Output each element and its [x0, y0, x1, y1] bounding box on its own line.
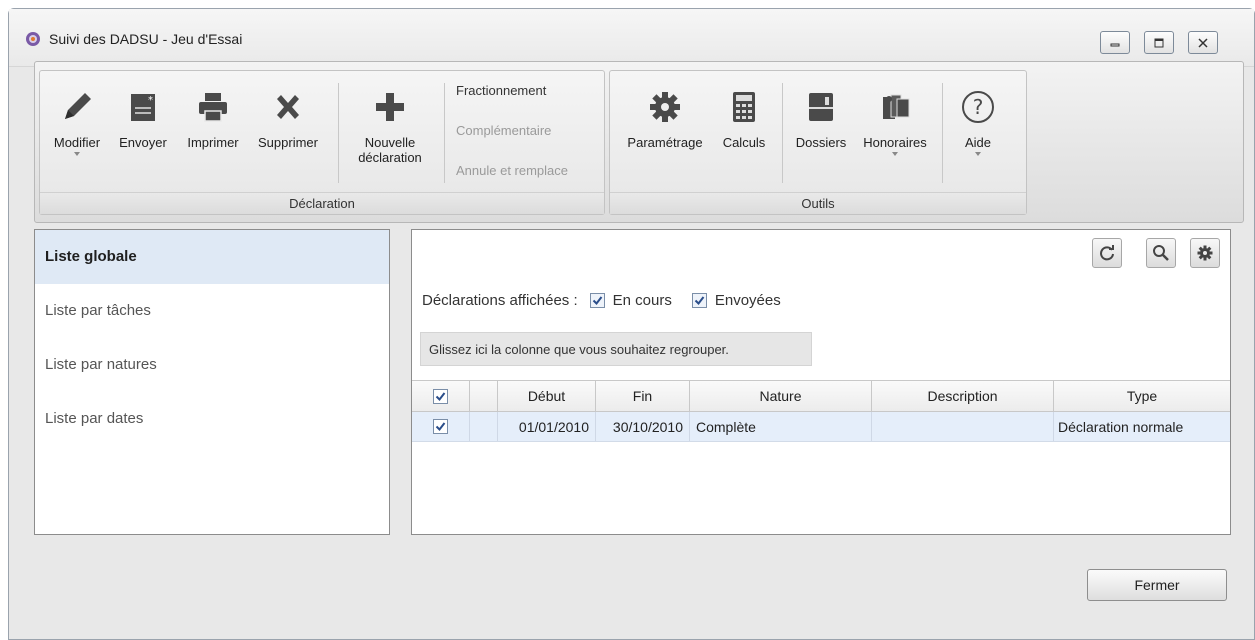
declarations-panel: Déclarations affichées : En cours Envoyé… — [411, 229, 1231, 535]
cell-type: Déclaration normale — [1058, 418, 1184, 435]
ribbon-separator — [444, 83, 445, 183]
row-select-cell[interactable] — [412, 412, 470, 441]
grid-header: Début Fin Nature Description Type — [412, 380, 1230, 412]
en-cours-label: En cours — [612, 292, 672, 309]
printer-icon — [199, 93, 227, 122]
envoyees-label: Envoyées — [714, 292, 781, 309]
maximize-icon — [1154, 38, 1164, 47]
folder-binder-icon — [809, 93, 833, 121]
ribbon-separator — [338, 83, 339, 183]
calculs-button[interactable]: Calculs — [716, 89, 772, 150]
row-indicator-cell — [470, 412, 498, 441]
left-item-liste-par-dates[interactable]: Liste par dates — [35, 392, 389, 446]
close-window-button[interactable] — [1188, 31, 1218, 54]
declaration-group-label: Déclaration — [40, 192, 604, 214]
annule-remplace-button[interactable]: Annule et remplace — [456, 163, 568, 178]
banknotes-icon — [883, 94, 910, 119]
ribbon-separator — [942, 83, 943, 183]
cell-description — [872, 412, 1054, 441]
outils-group: Paramétrage Calculs Dossiers Honoraires … — [609, 70, 1027, 215]
cell-fin: 30/10/2010 — [596, 412, 690, 441]
list-mode-panel: Liste globale Liste par tâches Liste par… — [34, 229, 390, 535]
maximize-button[interactable] — [1144, 31, 1174, 54]
en-cours-checkbox[interactable] — [589, 293, 605, 308]
envoyer-button[interactable]: * Envoyer — [112, 89, 174, 150]
title-bar: Suivi des DADSU - Jeu d'Essai — [9, 9, 1254, 67]
honoraires-button[interactable]: Honoraires — [856, 89, 934, 156]
ribbon-separator — [782, 83, 783, 183]
cell-debut: 01/01/2010 — [498, 412, 596, 441]
filter-row: Déclarations affichées : En cours Envoyé… — [422, 292, 781, 309]
grid-indicator-column — [470, 381, 498, 411]
left-item-liste-par-taches[interactable]: Liste par tâches — [35, 284, 389, 338]
window-title: Suivi des DADSU - Jeu d'Essai — [49, 31, 243, 47]
dossiers-button[interactable]: Dossiers — [788, 89, 854, 150]
settings-button[interactable] — [1190, 238, 1220, 268]
column-header-description[interactable]: Description — [872, 381, 1054, 411]
table-row[interactable]: 01/01/2010 30/10/2010 Complète Déclarati… — [412, 412, 1230, 442]
plus-icon — [376, 93, 404, 121]
declaration-group: Modifier * Envoyer Imprimer Supprimer No… — [39, 70, 605, 215]
fractionnement-button[interactable]: Fractionnement — [456, 83, 546, 98]
modifier-button[interactable]: Modifier — [48, 89, 106, 156]
fermer-button[interactable]: Fermer — [1087, 569, 1227, 601]
left-item-liste-globale[interactable]: Liste globale — [35, 230, 389, 284]
column-header-fin[interactable]: Fin — [596, 381, 690, 411]
pencil-icon — [65, 93, 91, 119]
search-icon — [1153, 245, 1169, 261]
honoraires-dropdown-icon — [892, 152, 898, 156]
column-header-debut[interactable]: Début — [498, 381, 596, 411]
outils-group-label: Outils — [610, 192, 1026, 214]
complementaire-button[interactable]: Complémentaire — [456, 123, 551, 138]
column-header-nature[interactable]: Nature — [690, 381, 872, 411]
supprimer-button[interactable]: Supprimer — [252, 89, 324, 150]
close-icon — [1198, 37, 1208, 48]
gear-icon — [650, 92, 680, 122]
row-checkbox[interactable] — [433, 419, 448, 434]
aide-dropdown-icon — [975, 152, 981, 156]
nouvelle-declaration-button[interactable]: Nouvelle déclaration — [344, 89, 436, 165]
minimize-icon — [1110, 43, 1120, 46]
select-all-checkbox[interactable] — [433, 388, 448, 404]
delete-x-icon — [277, 95, 299, 119]
help-question-icon: ? — [962, 91, 994, 123]
checkmark-icon — [435, 422, 446, 432]
svg-text:*: * — [148, 95, 153, 106]
checkmark-icon — [694, 296, 705, 306]
column-header-type[interactable]: Type — [1054, 381, 1230, 411]
aide-button[interactable]: ? Aide — [950, 89, 1006, 156]
select-all-column[interactable] — [412, 381, 470, 411]
refresh-icon — [1100, 245, 1114, 261]
refresh-button[interactable] — [1092, 238, 1122, 268]
cell-nature: Complète — [690, 412, 872, 441]
gear-icon — [1197, 245, 1213, 261]
checkmark-icon — [592, 296, 602, 306]
svg-text:?: ? — [973, 95, 984, 119]
send-document-icon: * — [131, 94, 155, 121]
filter-label: Déclarations affichées : — [422, 292, 578, 309]
calculator-icon — [733, 92, 755, 122]
nouvelle-label-line1: Nouvelle — [364, 135, 416, 150]
app-icon — [26, 32, 40, 46]
dadsu-window: Suivi des DADSU - Jeu d'Essai Modifier *… — [8, 8, 1255, 640]
checkmark-icon — [435, 391, 446, 401]
left-item-liste-par-natures[interactable]: Liste par natures — [35, 338, 389, 392]
imprimer-button[interactable]: Imprimer — [180, 89, 246, 150]
nouvelle-label-line2: déclaration — [358, 150, 422, 165]
minimize-button[interactable] — [1100, 31, 1130, 54]
group-by-drop-zone[interactable]: Glissez ici la colonne que vous souhaite… — [420, 332, 812, 366]
modifier-dropdown-icon — [74, 152, 80, 156]
ribbon: Modifier * Envoyer Imprimer Supprimer No… — [34, 61, 1244, 223]
search-button[interactable] — [1146, 238, 1176, 268]
parametrage-button[interactable]: Paramétrage — [616, 89, 714, 150]
envoyees-checkbox[interactable] — [691, 293, 707, 308]
